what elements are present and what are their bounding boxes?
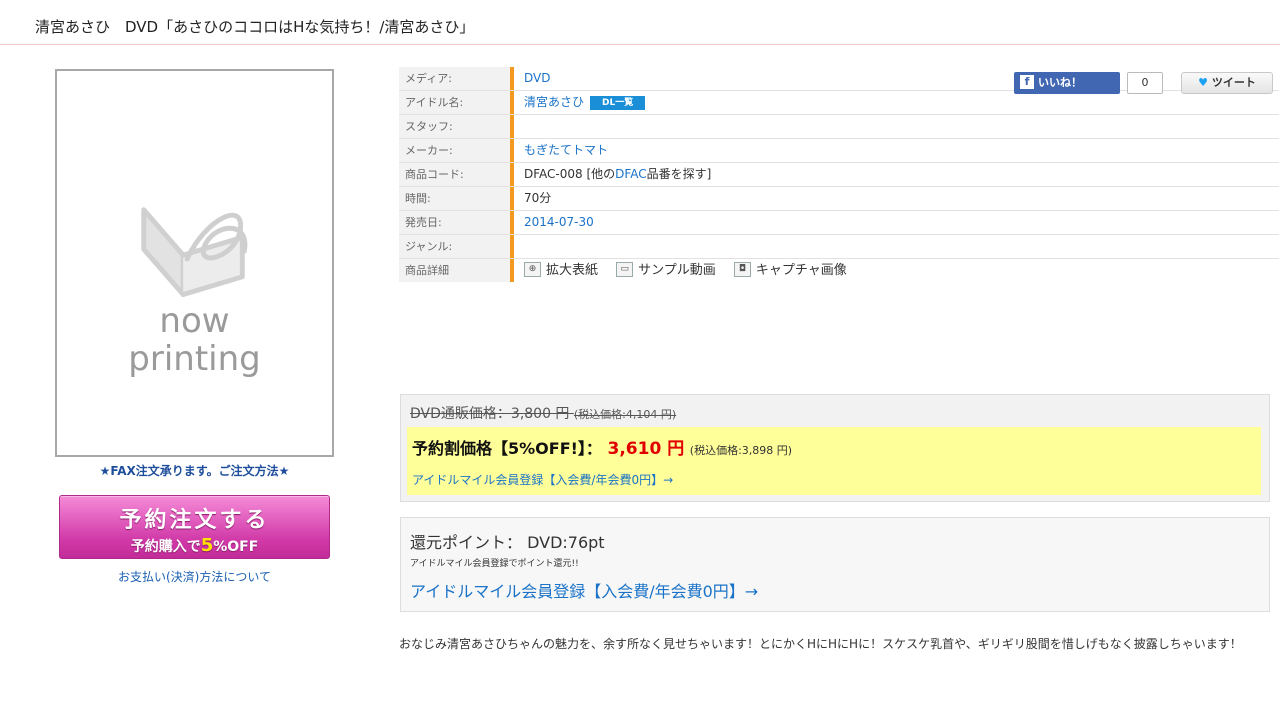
title-divider [0, 44, 1280, 45]
product-info-table: メディア: DVD アイドル名: 清宮あさひ DL一覧 スタッフ: メーカー: も… [399, 67, 1279, 283]
info-label: 時間: [399, 187, 510, 210]
info-label: 商品詳細 [399, 259, 510, 282]
info-row-release: 発売日: 2014-07-30 [399, 211, 1279, 235]
twitter-bird-icon: ♥ [1198, 76, 1209, 89]
info-label: 発売日: [399, 211, 510, 234]
facebook-icon: f [1020, 75, 1034, 89]
sample-video-link[interactable]: ▭ サンプル動画 [616, 259, 716, 282]
now-printing-line1: now [159, 301, 230, 341]
idol-link[interactable]: 清宮あさひ [524, 95, 584, 109]
info-label: メーカー: [399, 139, 510, 162]
cover-image[interactable]: now printing [55, 69, 334, 457]
info-label: アイドル名: [399, 91, 510, 114]
info-row-genre: ジャンル: [399, 235, 1279, 259]
preorder-button-label: 予約注文する [119, 508, 270, 533]
accent-bar [510, 139, 514, 162]
runtime-value: 70分 [524, 191, 552, 205]
tweet-button[interactable]: ♥ ツイート [1181, 72, 1273, 94]
info-row-code: 商品コード: DFAC-008 [他のDFAC品番を探す] [399, 163, 1279, 187]
maker-link[interactable]: もぎたてトマト [524, 143, 608, 157]
product-code: DFAC-008 [他の [524, 167, 616, 181]
book-logo-icon [141, 207, 248, 298]
info-row-maker: メーカー: もぎたてトマト [399, 139, 1279, 163]
release-date-link[interactable]: 2014-07-30 [524, 215, 594, 229]
product-description: おなじみ清宮あさひちゃんの魅力を、余す所なく見せちゃいます！とにかくHにHにHに… [399, 637, 1242, 651]
member-signup-link-large[interactable]: アイドルマイル会員登録【入会費/年会費0円】→ [410, 578, 758, 602]
info-label: メディア: [399, 67, 510, 90]
info-row-detail: 商品詳細 ⊕ 拡大表紙 ▭ サンプル動画 ◘ キャプチャ画像 [399, 259, 1279, 283]
now-printing-line2: printing [128, 339, 261, 379]
preorder-discount-label: 予約購入で5%OFF [130, 535, 259, 556]
facebook-like-button[interactable]: f いいね！ [1014, 72, 1120, 94]
media-link[interactable]: DVD [524, 71, 550, 85]
points-note: アイドルマイル会員登録でポイント還元!! [410, 559, 579, 569]
accent-bar [510, 259, 514, 282]
accent-bar [510, 187, 514, 210]
sale-price-panel: 予約割価格【5%OFF!】： 3,610 円 (税込価格:3,898 円) アイ… [407, 427, 1261, 495]
info-row-staff: スタッフ: [399, 115, 1279, 139]
info-row-idol: アイドル名: 清宮あさひ DL一覧 [399, 91, 1279, 115]
member-signup-link[interactable]: アイドルマイル会員登録【入会費/年会費0円】→ [412, 471, 673, 488]
sale-price-value: 3,610 円 [607, 439, 685, 459]
accent-bar [510, 67, 514, 90]
dl-list-badge[interactable]: DL一覧 [590, 95, 646, 110]
fax-order-link[interactable]: ★FAX注文承ります。ご注文方法★ [55, 462, 334, 479]
accent-bar [510, 91, 514, 114]
capture-images-link[interactable]: ◘ キャプチャ画像 [733, 259, 847, 282]
code-series-link[interactable]: DFAC [615, 167, 646, 181]
accent-bar [510, 211, 514, 234]
accent-bar [510, 235, 514, 258]
price-box: DVD通販価格：3,800 円 (税込価格:4,104 円) 予約割価格【5%O… [400, 394, 1270, 502]
sale-price-line: 予約割価格【5%OFF!】： 3,610 円 (税込価格:3,898 円) [412, 439, 793, 459]
magnifier-icon: ⊕ [524, 262, 541, 277]
info-row-time: 時間: 70分 [399, 187, 1279, 211]
info-label: ジャンル: [399, 235, 510, 258]
accent-bar [510, 115, 514, 138]
info-label: スタッフ: [399, 115, 510, 138]
preorder-button[interactable]: 予約注文する 予約購入で5%OFF [59, 495, 330, 559]
like-count: 0 [1127, 72, 1163, 94]
camera-icon: ◘ [733, 262, 751, 277]
reward-points: 還元ポイント： DVD:76pt [410, 533, 605, 552]
points-box: 還元ポイント： DVD:76pt アイドルマイル会員登録でポイント還元!! アイ… [400, 517, 1270, 612]
video-icon: ▭ [616, 262, 634, 277]
info-label: 商品コード: [399, 163, 510, 186]
enlarge-cover-link[interactable]: ⊕ 拡大表紙 [524, 259, 598, 282]
payment-methods-link[interactable]: お支払い(決済)方法について [55, 568, 334, 585]
accent-bar [510, 163, 514, 186]
code-search-suffix: 品番を探す] [646, 167, 712, 181]
regular-price: DVD通販価格：3,800 円 (税込価格:4,104 円) [410, 406, 677, 422]
page-title: 清宮あさひ DVD「あさひのココロはHな気持ち！/清宮あさひ」 [35, 18, 475, 36]
